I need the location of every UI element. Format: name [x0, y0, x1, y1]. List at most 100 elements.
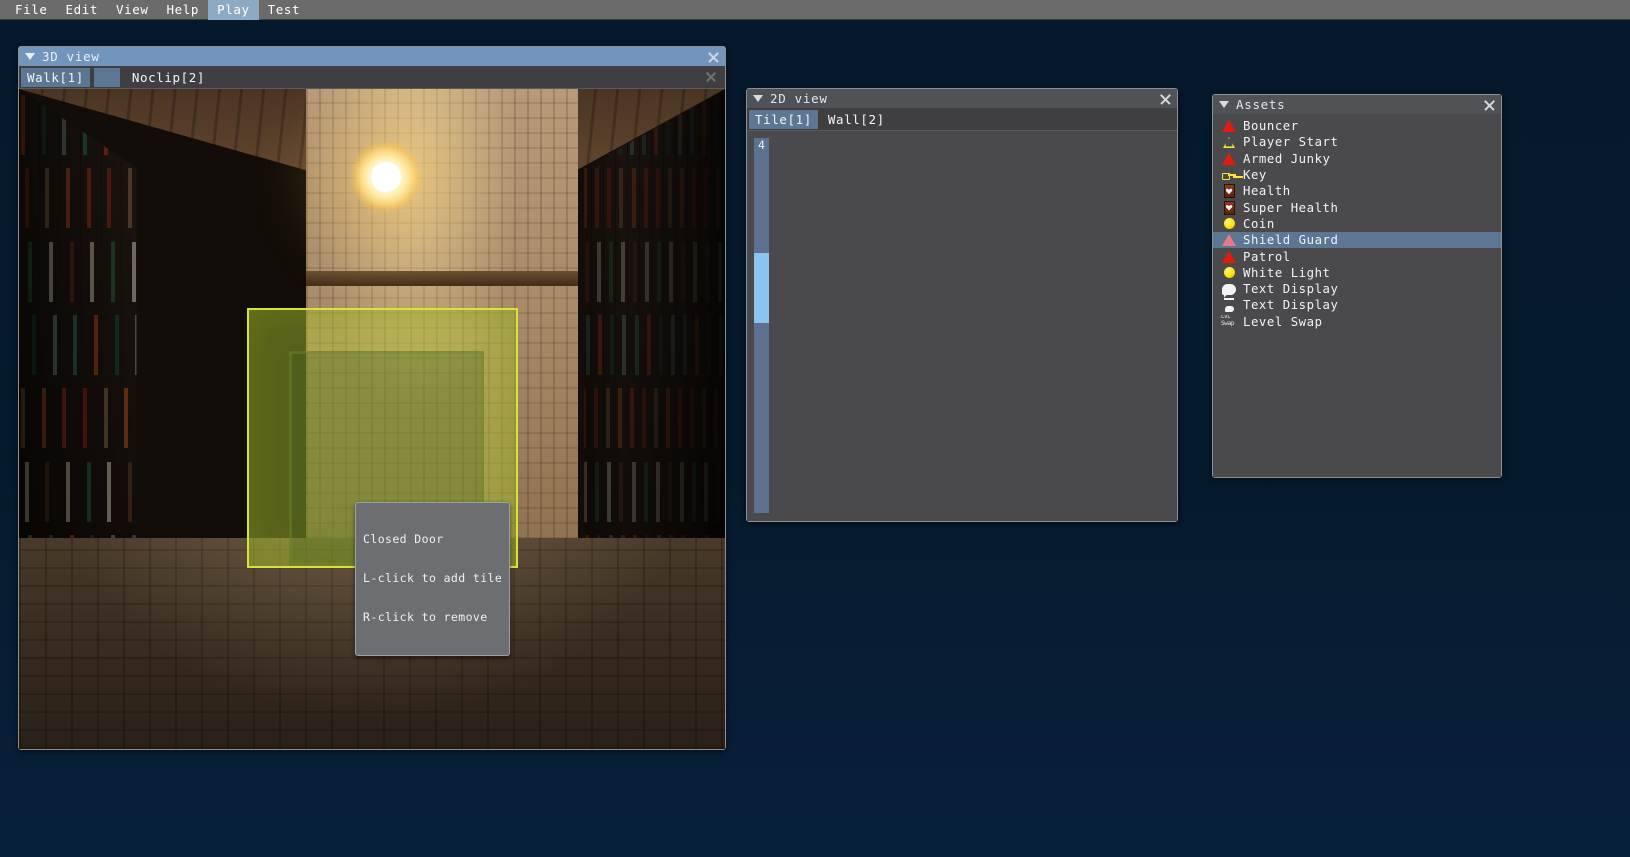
- asset-item-level-swap[interactable]: Level Swap: [1213, 314, 1501, 330]
- asset-item-bouncer[interactable]: Bouncer: [1213, 118, 1501, 134]
- lamp-core: [371, 161, 402, 192]
- menu-item-file[interactable]: File: [6, 0, 57, 20]
- close-icon[interactable]: [707, 50, 720, 63]
- book: [297, 242, 301, 302]
- asset-item-label: Patrol: [1243, 249, 1291, 264]
- close-icon[interactable]: [1159, 92, 1172, 105]
- health-pack-icon: [1221, 200, 1237, 215]
- asset-item-label: Level Swap: [1243, 314, 1323, 329]
- text-display-icon: [1221, 298, 1237, 313]
- book: [293, 168, 297, 228]
- level-swap-icon: [1221, 315, 1237, 329]
- book: [149, 462, 153, 522]
- titlebar-3d-view[interactable]: 3D view: [19, 47, 725, 66]
- book: [210, 168, 214, 228]
- asset-item-player-start[interactable]: Player Start: [1213, 134, 1501, 150]
- asset-item-white-light[interactable]: White Light: [1213, 265, 1501, 281]
- light-icon: [1221, 266, 1237, 280]
- book: [238, 315, 242, 375]
- book: [231, 168, 235, 228]
- tab-wall[interactable]: Wall[2]: [822, 110, 891, 129]
- yellow-triangle-outline-icon: [1221, 135, 1237, 149]
- window-3d-view: 3D view Walk[1] Noclip[2] Closed Door L-…: [18, 46, 726, 750]
- asset-item-label: Armed Junky: [1243, 151, 1331, 166]
- window-title-2d: 2D view: [770, 91, 828, 106]
- book: [173, 242, 177, 302]
- viewport-2d[interactable]: 4: [747, 131, 1177, 521]
- asset-item-text-display[interactable]: Text Display: [1213, 297, 1501, 313]
- asset-item-key[interactable]: Key: [1213, 167, 1501, 183]
- book: [276, 242, 280, 302]
- book: [190, 168, 194, 228]
- tooltip-line-2: R-click to remove: [363, 609, 488, 624]
- asset-item-label: Bouncer: [1243, 119, 1299, 134]
- tooltip-closed-door: Closed Door L-click to add tile R-click …: [355, 501, 511, 656]
- book: [156, 315, 160, 375]
- book: [186, 388, 190, 448]
- book: [176, 315, 180, 375]
- asset-item-health[interactable]: Health: [1213, 183, 1501, 199]
- asset-item-label: Text Display: [1243, 282, 1339, 297]
- red-triangle-icon: [1221, 250, 1237, 264]
- menu-bar: File Edit View Help Play Test: [0, 0, 1630, 20]
- triangle-down-icon[interactable]: [25, 53, 35, 60]
- asset-item-label: Player Start: [1243, 135, 1339, 150]
- tab-walk[interactable]: Walk[1]: [21, 67, 90, 87]
- triangle-down-icon[interactable]: [753, 95, 763, 102]
- book: [218, 315, 222, 375]
- health-pack-icon: [1221, 184, 1237, 199]
- book: [227, 388, 231, 448]
- book: [272, 168, 276, 228]
- asset-item-armed-junky[interactable]: Armed Junky: [1213, 151, 1501, 167]
- tabstrip-2d-view: Tile[1] Wall[2]: [747, 108, 1177, 131]
- asset-item-shield-guard[interactable]: Shield Guard: [1213, 232, 1501, 249]
- tabstrip-3d-view: Walk[1] Noclip[2]: [19, 66, 725, 89]
- key-icon: [1221, 168, 1237, 182]
- book: [149, 168, 153, 228]
- red-triangle-icon: [1221, 119, 1237, 133]
- book: [190, 462, 194, 522]
- book: [255, 242, 259, 302]
- menu-item-view[interactable]: View: [107, 0, 158, 20]
- titlebar-2d-view[interactable]: 2D view: [747, 89, 1177, 108]
- menu-item-play[interactable]: Play: [208, 0, 259, 20]
- window-title-assets: Assets: [1236, 97, 1286, 112]
- asset-item-label: Health: [1243, 184, 1291, 199]
- menu-item-edit[interactable]: Edit: [57, 0, 108, 20]
- tab-close-icon[interactable]: [705, 71, 717, 83]
- asset-item-coin[interactable]: Coin: [1213, 216, 1501, 232]
- book: [169, 168, 173, 228]
- book: [231, 462, 235, 522]
- book: [145, 388, 149, 448]
- tab-slot-empty[interactable]: [93, 67, 120, 87]
- coin-icon: [1221, 217, 1237, 231]
- window-2d-view: 2D view Tile[1] Wall[2] 4: [746, 88, 1178, 522]
- book: [210, 462, 214, 522]
- asset-item-patrol[interactable]: Patrol: [1213, 248, 1501, 264]
- tab-tile[interactable]: Tile[1]: [749, 109, 818, 129]
- asset-item-text-display[interactable]: Text Display: [1213, 281, 1501, 297]
- titlebar-assets[interactable]: Assets: [1213, 95, 1501, 114]
- window-title-3d: 3D view: [42, 49, 100, 64]
- asset-item-super-health[interactable]: Super Health: [1213, 199, 1501, 215]
- viewport-3d[interactable]: Closed Door L-click to add tile R-click …: [19, 89, 725, 749]
- book: [193, 242, 197, 302]
- asset-item-label: Coin: [1243, 216, 1275, 231]
- book: [166, 388, 170, 448]
- menu-item-test[interactable]: Test: [259, 0, 310, 20]
- triangle-down-icon[interactable]: [1219, 101, 1229, 108]
- asset-item-label: Key: [1243, 168, 1267, 183]
- asset-item-label: White Light: [1243, 265, 1331, 280]
- book: [207, 388, 211, 448]
- book: [197, 315, 201, 375]
- asset-item-label: Super Health: [1243, 200, 1339, 215]
- tooltip-line-1: L-click to add tile: [363, 570, 503, 585]
- asset-item-label: Text Display: [1243, 298, 1339, 313]
- menu-item-help[interactable]: Help: [158, 0, 209, 20]
- level-map[interactable]: [747, 131, 1177, 521]
- tab-noclip[interactable]: Noclip[2]: [126, 68, 211, 87]
- tooltip-title: Closed Door: [363, 531, 444, 546]
- book: [169, 462, 173, 522]
- pink-triangle-icon: [1221, 233, 1237, 247]
- close-icon[interactable]: [1483, 98, 1496, 111]
